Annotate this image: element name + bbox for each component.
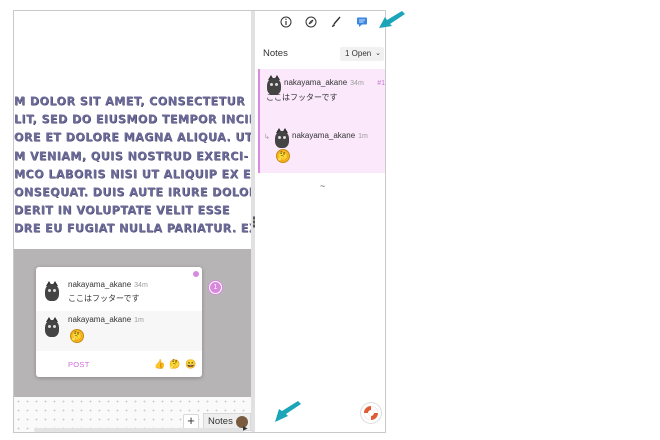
comment-icon[interactable] [356, 16, 368, 28]
open-filter-select[interactable]: 1 Open ⌄ [340, 47, 384, 61]
compass-icon[interactable] [305, 16, 317, 28]
message-time: 34m [134, 282, 148, 289]
document-canvas[interactable]: M DOLOR SIT AMET, CONSECTETUR LIT, SED D… [14, 11, 251, 432]
message-author: nakayama_akane 1m [68, 315, 144, 324]
author-name: nakayama_akane [68, 315, 132, 324]
thumbs-up-icon[interactable]: 👍 [154, 359, 165, 369]
brush-icon[interactable] [330, 16, 342, 28]
thinking-face-icon[interactable]: 🤔 [169, 359, 180, 369]
post-button[interactable]: POST [68, 360, 90, 369]
document-text: M DOLOR SIT AMET, CONSECTETUR LIT, SED D… [14, 93, 251, 239]
avatar [44, 281, 60, 301]
thinking-emoji-icon: 🤔 [70, 329, 84, 343]
add-note-button[interactable]: + [183, 414, 199, 429]
note-popover[interactable]: nakayama_akane 34m ここはフッターです nakayama_aka… [36, 267, 202, 377]
message-time: 34m [350, 80, 364, 87]
annotation-arrow-icon [379, 11, 405, 28]
avatar [274, 128, 290, 148]
document-line: M VENIAM, QUIS NOSTRUD EXERCI- [14, 149, 249, 163]
notes-tab-label: Notes [208, 416, 233, 427]
panel-toolbar [255, 11, 385, 35]
document-line: ONSEQUAT. DUIS AUTE IRURE DOLOR [14, 186, 251, 200]
reply-arrow-icon: ↳ [264, 134, 270, 141]
panel-title: Notes [263, 48, 288, 59]
smile-icon[interactable]: 😄 [185, 359, 196, 369]
author-name: nakayama_akane [68, 280, 132, 289]
note-count-badge[interactable]: 1 [209, 281, 222, 294]
filter-label: 1 Open [345, 49, 372, 58]
author-name: nakayama_akane [292, 131, 356, 140]
horizontal-scrollbar[interactable] [34, 428, 244, 432]
message-author: nakayama_akane 34m [68, 280, 148, 289]
note-message: nakayama_akane 1m 🤔 [36, 311, 202, 351]
note-thread[interactable]: nakayama_akane 34m #1 ここはフッターです ↳ nakayam… [258, 69, 385, 173]
document-line: DRE EU FUGIAT NULLA PARIATUR. EX- [14, 222, 251, 236]
message-text: ここはフッターです [266, 93, 338, 102]
avatar [44, 317, 60, 337]
document-line: LIT, SED DO EIUSMOD TEMPOR INCID- [14, 113, 251, 127]
info-icon[interactable] [280, 16, 292, 28]
chevron-down-icon: ⌄ [375, 50, 381, 57]
document-line: MCO LABORIS NISI UT ALIQUIP EX EA [14, 167, 251, 181]
message-author: nakayama_akane 1m [292, 131, 368, 140]
document-line: ORE ET DOLORE MAGNA ALIQUA. UT [14, 131, 251, 145]
author-name: nakayama_akane [284, 78, 348, 87]
help-button[interactable] [361, 403, 381, 423]
document-line: M DOLOR SIT AMET, CONSECTETUR [14, 95, 246, 108]
note-message: nakayama_akane 34m ここはフッターです [36, 275, 202, 309]
notes-panel: Notes 1 Open ⌄ nakayama_akane 34m #1 ここはフ… [255, 11, 385, 432]
message-time: 1m [134, 317, 144, 324]
document-line: DERIT IN VOLUPTATE VELIT ESSE [14, 204, 230, 218]
thread-number: #1 [377, 80, 385, 87]
expand-indicator[interactable]: ~ [320, 181, 325, 191]
scroll-right-icon[interactable]: ▶ [243, 425, 248, 432]
annotation-arrow-icon [275, 401, 301, 422]
app-frame: M DOLOR SIT AMET, CONSECTETUR LIT, SED D… [13, 10, 386, 433]
message-time: 1m [358, 133, 368, 140]
message-text: ここはフッターです [68, 294, 140, 303]
message-author: nakayama_akane 34m [284, 78, 364, 87]
thinking-emoji-icon: 🤔 [276, 149, 290, 163]
